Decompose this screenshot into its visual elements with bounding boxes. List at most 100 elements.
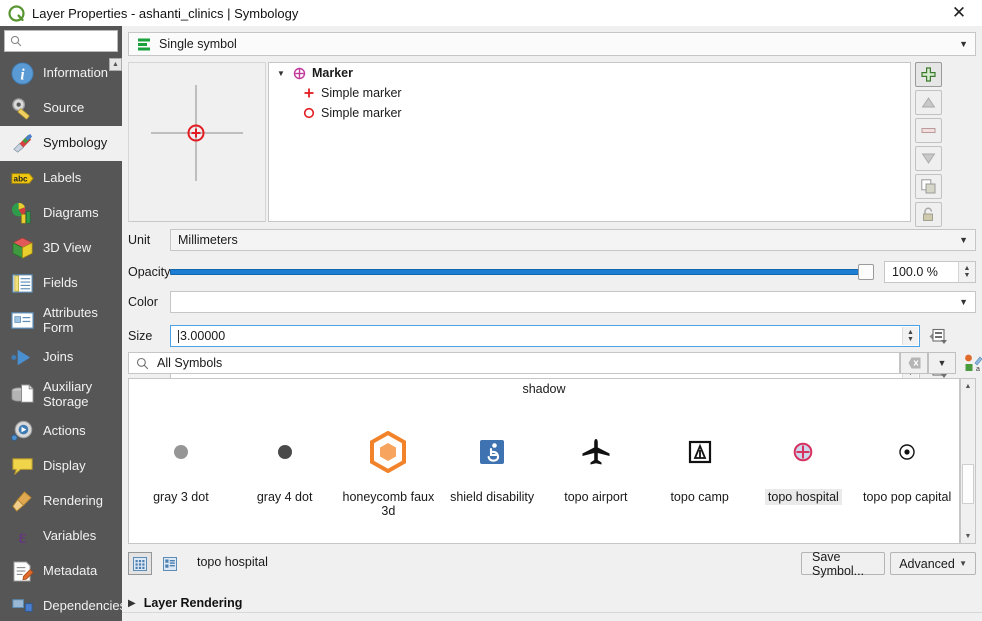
size-control: 3.00000 ▲ ▼ bbox=[170, 325, 976, 347]
gallery-item-topo-camp[interactable]: topo camp bbox=[648, 407, 752, 520]
sidebar-item-information[interactable]: i Information bbox=[0, 56, 122, 91]
size-label: Size bbox=[128, 329, 153, 343]
scroll-up-arrow-icon[interactable]: ▲ bbox=[961, 379, 975, 393]
tree-row-simple-marker-1[interactable]: Simple marker bbox=[269, 83, 910, 103]
gallery-item-label: topo pop capital bbox=[862, 490, 952, 504]
sidebar-item-source[interactable]: Source bbox=[0, 91, 122, 126]
gallery-item-gray-4-dot[interactable]: gray 4 dot bbox=[233, 407, 337, 520]
opacity-spinbox[interactable]: 100.0 % ▲ ▼ bbox=[884, 261, 976, 283]
variables-epsilon-icon: ε bbox=[18, 527, 26, 548]
layer-rendering-section[interactable]: ▶ Layer Rendering bbox=[128, 596, 242, 610]
gallery-scrollbar[interactable]: ▲ ▼ bbox=[960, 378, 976, 544]
sidebar-item-label: Source bbox=[43, 100, 85, 116]
arrow-down-icon bbox=[921, 153, 936, 164]
grid-view-button[interactable] bbox=[128, 552, 152, 575]
window-title: Layer Properties - ashanti_clinics | Sym… bbox=[32, 5, 299, 21]
size-input[interactable]: 3.00000 ▲ ▼ bbox=[170, 325, 920, 347]
tree-row-marker[interactable]: ▼ Marker bbox=[269, 63, 910, 83]
source-icon bbox=[12, 98, 30, 120]
move-layer-up-button[interactable] bbox=[915, 90, 942, 115]
symbol-gallery[interactable]: shadow gray 3 dot gray 4 dot honeycomb f… bbox=[128, 378, 960, 544]
sidebar-item-joins[interactable]: Joins bbox=[0, 340, 122, 375]
symbol-preview-canvas bbox=[151, 85, 243, 181]
gallery-item-topo-airport[interactable]: topo airport bbox=[544, 407, 648, 520]
minus-icon bbox=[921, 128, 936, 133]
sidebar-item-symbology[interactable]: Symbology bbox=[0, 126, 122, 161]
gallery-item-honeycomb-faux-3d[interactable]: honeycomb faux 3d bbox=[337, 407, 441, 520]
gallery-item-label: topo camp bbox=[670, 490, 729, 504]
unit-row: Unit Millimeters ▼ bbox=[128, 228, 976, 252]
sidebar-item-actions[interactable]: Actions bbox=[0, 414, 122, 449]
sidebar-search-input[interactable] bbox=[25, 34, 113, 48]
size-data-defined-override-button[interactable] bbox=[927, 325, 949, 347]
sidebar-item-display[interactable]: Display bbox=[0, 449, 122, 484]
gallery-item-shield-disability[interactable]: shield disability bbox=[440, 407, 544, 520]
opacity-slider-track[interactable] bbox=[170, 269, 868, 275]
close-window-button[interactable]: ✕ bbox=[936, 0, 982, 26]
sidebar-scroll-up[interactable]: ▲ bbox=[109, 58, 122, 71]
sidebar-item-label: 3D View bbox=[43, 240, 92, 256]
tree-row-simple-marker-2[interactable]: Simple marker bbox=[269, 103, 910, 123]
lock-layer-button[interactable] bbox=[915, 202, 942, 227]
gallery-item-label: shield disability bbox=[450, 490, 535, 504]
sidebar-item-diagrams[interactable]: Diagrams bbox=[0, 196, 122, 231]
list-view-button[interactable] bbox=[158, 552, 182, 575]
color-picker-button[interactable]: ▼ bbox=[170, 291, 976, 313]
remove-symbol-layer-button[interactable] bbox=[915, 118, 942, 143]
gallery-item-topo-pop-capital[interactable]: topo pop capital bbox=[855, 407, 959, 520]
spinner-arrows[interactable]: ▲▼ bbox=[958, 262, 975, 282]
sidebar-item-labels[interactable]: abc Labels bbox=[0, 161, 122, 196]
renderer-type-combo[interactable]: Single symbol ▼ bbox=[128, 32, 976, 56]
save-symbol-button[interactable]: Save Symbol... bbox=[801, 550, 885, 578]
clear-x-icon bbox=[908, 357, 920, 369]
gallery-item-topo-hospital[interactable]: topo hospital bbox=[752, 407, 856, 520]
sidebar-item-attributes-form[interactable]: Attributes Form bbox=[0, 301, 122, 340]
opacity-slider[interactable]: 100.0 % ▲ ▼ bbox=[170, 261, 976, 283]
style-manager-icon: a bbox=[964, 354, 982, 373]
shield-disability-icon bbox=[479, 429, 505, 475]
size-row: Size 3.00000 ▲ ▼ bbox=[128, 324, 976, 348]
sidebar-item-auxiliary-storage[interactable]: Auxiliary Storage bbox=[0, 375, 122, 414]
sidebar-item-metadata[interactable]: Metadata bbox=[0, 554, 122, 589]
duplicate-layer-button[interactable] bbox=[915, 174, 942, 199]
sidebar-item-label: Display bbox=[43, 458, 86, 474]
move-layer-down-button[interactable] bbox=[915, 146, 942, 171]
display-balloon-icon bbox=[12, 458, 33, 475]
copy-icon bbox=[921, 179, 936, 194]
rendering-broom-icon bbox=[12, 491, 32, 512]
sidebar-item-variables[interactable]: ε Variables bbox=[0, 519, 122, 554]
current-symbol-label: topo hospital bbox=[196, 555, 268, 569]
scroll-down-arrow-icon[interactable]: ▼ bbox=[961, 529, 975, 543]
chevron-down-icon[interactable]: ▼ bbox=[959, 297, 968, 307]
auxiliary-storage-icon bbox=[11, 384, 34, 403]
labels-abc-icon: abc bbox=[11, 173, 34, 184]
sidebar-item-fields[interactable]: Fields bbox=[0, 266, 122, 301]
advanced-button[interactable]: Advanced ▼ bbox=[890, 552, 976, 575]
symbol-search-clear-button[interactable] bbox=[900, 352, 928, 374]
opacity-slider-handle[interactable] bbox=[858, 264, 874, 280]
symbol-search-field[interactable]: All Symbols bbox=[128, 352, 900, 374]
sidebar-item-label: Attributes Form bbox=[43, 305, 98, 335]
triangle-right-icon[interactable]: ▶ bbox=[128, 598, 136, 609]
add-symbol-layer-button[interactable] bbox=[915, 62, 942, 87]
search-icon bbox=[136, 357, 149, 369]
style-manager-button[interactable]: a bbox=[962, 352, 982, 374]
scrollbar-thumb[interactable] bbox=[962, 464, 974, 504]
spinner-arrows[interactable]: ▲▼ bbox=[902, 327, 918, 345]
gallery-item-gray-3-dot[interactable]: gray 3 dot bbox=[129, 407, 233, 520]
fields-table-icon bbox=[12, 274, 33, 293]
unit-combo[interactable]: Millimeters ▼ bbox=[170, 229, 976, 251]
sidebar-search[interactable] bbox=[4, 30, 118, 52]
sidebar-item-label: Rendering bbox=[43, 493, 103, 509]
sidebar-item-label: Fields bbox=[43, 275, 78, 291]
sidebar-item-3d-view[interactable]: 3D View bbox=[0, 231, 122, 266]
symbol-search-dropdown-button[interactable]: ▼ bbox=[928, 352, 956, 374]
size-value: 3.00000 bbox=[180, 329, 226, 343]
triangle-down-icon[interactable]: ▼ bbox=[275, 69, 287, 78]
symbol-layer-tree[interactable]: ▼ Marker Simple marker Simple marker bbox=[268, 62, 911, 222]
sidebar-item-dependencies[interactable]: Dependencies bbox=[0, 589, 122, 621]
sidebar-item-rendering[interactable]: Rendering bbox=[0, 484, 122, 519]
sidebar-item-list: i Information Source Symbology abc Label… bbox=[0, 56, 122, 621]
attributes-form-icon bbox=[11, 312, 34, 329]
actions-gear-icon bbox=[11, 420, 33, 442]
